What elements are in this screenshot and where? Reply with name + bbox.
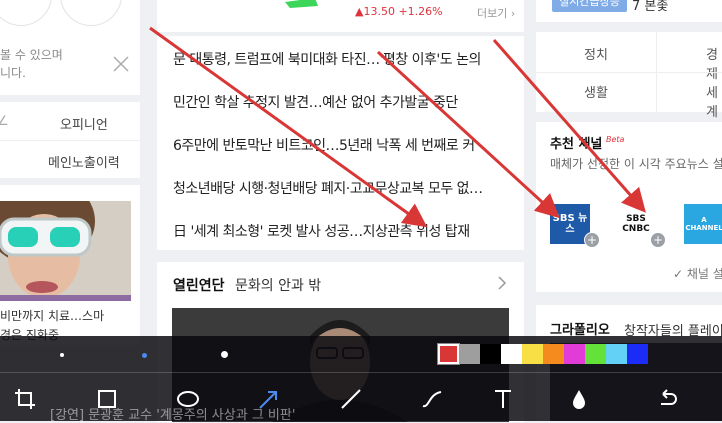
news-list: 문 대통령, 트럼프에 북미대화 타진…'평창 이후'도 논의 민간인 학살 추… <box>157 36 524 250</box>
category-economy[interactable]: 경제 <box>706 44 722 82</box>
channel-description: 매체가 선정한 이 시각 주요뉴스 설정 <box>550 157 722 171</box>
divider <box>0 140 140 141</box>
category-grid: 정치 경제 생활 세계 <box>536 32 722 120</box>
more-label: 더보기 <box>477 7 508 20</box>
color-swatch-yellow[interactable] <box>522 344 543 364</box>
a-channel-logo[interactable]: A CHANNEL <box>684 204 722 244</box>
news-item[interactable]: 민간인 학살 추정지 발견…예산 없어 추가발굴 중단 <box>173 92 458 112</box>
video-caption: [강연] 문광훈 교수 '계몽주의 사상과 그 비판' <box>50 408 296 423</box>
blur-drop-icon[interactable] <box>566 386 592 412</box>
section-subtitle[interactable]: 문화의 안과 밖 <box>235 275 321 295</box>
chevron-right-icon: › <box>510 7 516 20</box>
category-world[interactable]: 세계 <box>706 82 722 120</box>
notice-text: 볼 수 있으며 니다. <box>0 48 63 80</box>
color-swatch-gray[interactable] <box>459 344 480 364</box>
recommended-channel-card: 추천 채널 Beta 매체가 선정한 이 시각 주요뉴스 설정 SBS 뉴스 +… <box>536 122 722 292</box>
profile-circle <box>60 0 122 26</box>
news-item[interactable]: 6주만에 반토막난 비트코인…5년래 낙폭 세 번째로 커 <box>173 135 475 155</box>
feature-photo[interactable] <box>0 201 131 301</box>
left-feature-card[interactable]: 비만까지 치료…스마 경은 진화중 <box>0 185 140 345</box>
rank-item[interactable]: 7 본좇 <box>632 0 668 14</box>
color-palette <box>437 343 648 365</box>
color-swatch-red[interactable] <box>437 343 460 365</box>
category-politics[interactable]: 정치 <box>584 44 608 63</box>
stock-change: ▲13.50 +1.26% <box>355 5 443 18</box>
brush-size-large[interactable] <box>221 351 228 358</box>
opinion-link[interactable]: 오피니언 <box>60 114 108 133</box>
more-link[interactable]: 더보기 › <box>477 5 515 21</box>
crop-icon[interactable] <box>12 386 38 412</box>
divider <box>536 72 722 73</box>
news-item[interactable]: 日 '세계 최소형' 로켓 발사 성공…지상관측 위성 탑재 <box>173 221 470 241</box>
add-channel-icon[interactable]: + <box>650 232 666 248</box>
freehand-icon[interactable] <box>419 386 445 412</box>
add-channel-icon[interactable]: + <box>584 232 600 248</box>
realtime-badge[interactable]: 실시간급상승 <box>552 0 627 12</box>
line-icon[interactable] <box>338 386 364 412</box>
left-links-card: ∠ 오피니언 메인노출이력 <box>0 102 140 178</box>
color-swatch-blue[interactable] <box>627 344 648 364</box>
toolbar-divider <box>0 372 722 373</box>
profile-circle <box>0 0 52 26</box>
news-item[interactable]: 청소년배당 시행·청년배당 폐지·고교무상교복 모두 없… <box>173 178 483 198</box>
color-swatch-black[interactable] <box>480 344 501 364</box>
category-life[interactable]: 생활 <box>584 82 608 101</box>
color-swatch-white[interactable] <box>501 344 522 364</box>
text-icon[interactable] <box>490 386 516 412</box>
stock-card: ▲13.50 +1.26% 더보기 › <box>157 0 524 32</box>
chevron-right-icon[interactable] <box>497 276 507 290</box>
undo-icon[interactable] <box>655 386 681 412</box>
brush-size-medium[interactable] <box>142 353 147 358</box>
link-fragment: ∠ <box>0 114 9 129</box>
color-swatch-orange[interactable] <box>543 344 564 364</box>
brush-size-small[interactable] <box>60 353 64 357</box>
color-swatch-green[interactable] <box>585 344 606 364</box>
close-icon[interactable] <box>112 55 130 73</box>
channel-setting-link[interactable]: ✓ 채널 설정 <box>673 265 722 282</box>
main-exposure-link[interactable]: 메인노출이력 <box>48 152 120 171</box>
divider <box>656 32 657 112</box>
section-title[interactable]: 열린연단 <box>173 275 225 295</box>
woman-with-glasses-image <box>0 201 131 301</box>
news-item[interactable]: 문 대통령, 트럼프에 북미대화 타진…'평창 이후'도 논의 <box>173 49 481 69</box>
color-swatch-cyan[interactable] <box>606 344 627 364</box>
color-swatch-magenta[interactable] <box>564 344 585 364</box>
left-notice-card: 볼 수 있으며 니다. <box>0 0 140 95</box>
channel-title: 추천 채널 <box>550 137 603 152</box>
realtime-card: 실시간급상승 7 본좇 <box>536 0 722 22</box>
beta-badge: Beta <box>606 135 625 144</box>
